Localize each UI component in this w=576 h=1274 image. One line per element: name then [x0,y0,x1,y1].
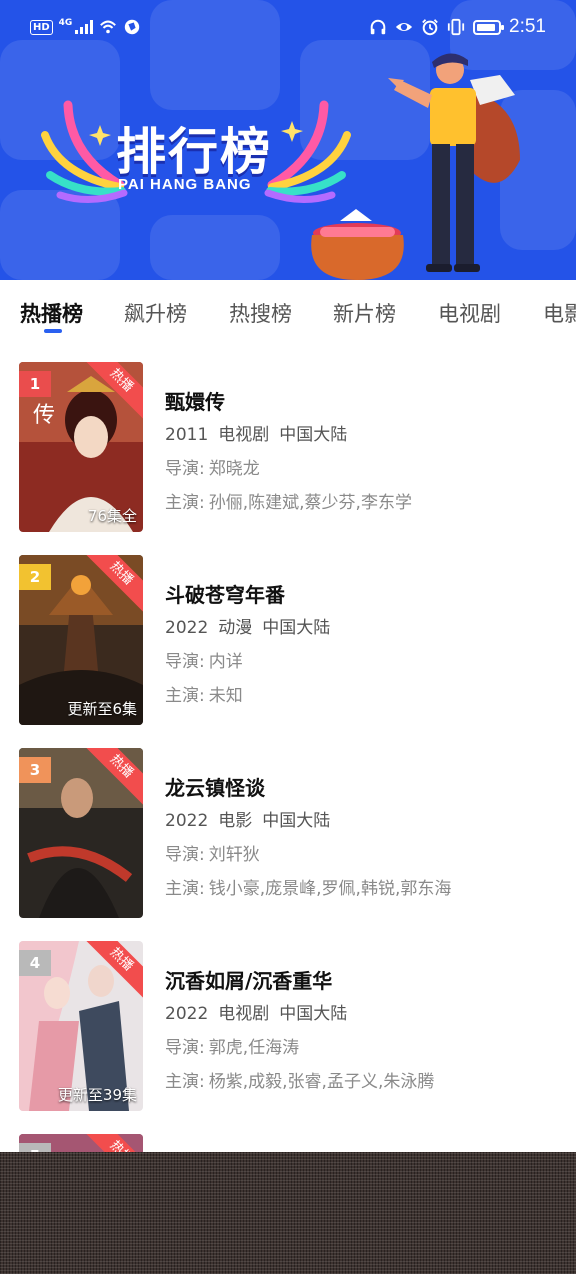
item-meta: 2022 电视剧 中国大陆 [165,999,434,1027]
director-label: 导演: [165,1038,205,1058]
item-title[interactable]: 龙云镇怪谈 [165,772,451,802]
item-genre: 动漫 [218,618,253,638]
alarm-icon [422,19,438,36]
item-cast: 主演: 杨紫,成毅,张睿,孟子义,朱泳腾 [165,1067,434,1095]
cast-label: 主演: [165,493,205,513]
item-region: 中国大陆 [262,811,331,831]
episode-status: 更新至39集 [57,1086,137,1104]
network-type: 4G [58,18,73,28]
item-cast: 主演: 孙俪,陈建斌,蔡少芬,李东学 [165,488,412,516]
item-region: 中国大陆 [279,425,348,445]
director-label: 导演: [165,845,205,865]
status-right: 2:51 [369,16,546,38]
hd-badge: HD [30,19,53,35]
director-value: 刘轩狄 [208,845,260,865]
item-year: 2022 [165,1004,209,1024]
tab-tv-series[interactable]: 电视剧 [438,298,501,328]
item-meta: 2022 动漫 中国大陆 [165,613,340,641]
episode-status: 76集全 [87,507,137,525]
director-label: 导演: [165,459,205,479]
tab-new-release[interactable]: 新片榜 [333,298,396,328]
tab-hot-play[interactable]: 热播榜 [20,298,83,328]
tab-movie[interactable]: 电影 [543,298,576,328]
rank-badge: 3 [19,757,51,783]
item-region: 中国大陆 [279,1004,348,1024]
poster-image[interactable]: 4 热播 更新至39集 [19,941,143,1111]
director-value: 内详 [208,652,243,672]
tab-rising[interactable]: 飙升榜 [124,298,187,328]
item-director: 导演: 郭虎,任海涛 [165,1033,434,1061]
item-info: 斗破苍穹年番 2022 动漫 中国大陆 导演: 内详 主演: 未知 [165,579,340,709]
screenshot-noise-band [0,1152,576,1274]
director-label: 导演: [165,652,205,672]
item-title[interactable]: 甄嬛传 [165,386,412,416]
item-genre: 电视剧 [218,1004,270,1024]
item-meta: 2011 电视剧 中国大陆 [165,420,412,448]
tab-hot-search[interactable]: 热搜榜 [229,298,292,328]
item-info: 甄嬛传 2011 电视剧 中国大陆 导演: 郑晓龙 主演: 孙俪,陈建斌,蔡少芬,李东学 [165,386,412,516]
list-item[interactable]: 2 热播 更新至6集 斗破苍穹年番 2022 动漫 中国大陆 导演: 内详 主演: 未知 [0,555,576,727]
firework-right-icon [264,100,351,204]
battery-icon [473,19,505,35]
item-director: 导演: 刘轩狄 [165,840,451,868]
tab-active-indicator [44,329,62,333]
rank-tabs: 热播榜 飙升榜 热搜榜 新片榜 电视剧 电影 [0,292,576,342]
episode-status: 更新至6集 [67,700,137,718]
banner: HD 4G 2:51 排行榜 PAI HANG BANG [0,0,576,280]
poster-image[interactable]: 传 1 热播 76集全 [19,362,143,532]
status-left: HD 4G [30,18,141,36]
director-value: 郭虎,任海涛 [208,1038,300,1058]
signal-icon [75,20,94,34]
item-cast: 主演: 未知 [165,681,340,709]
item-genre: 电视剧 [218,425,270,445]
vpn-icon [125,19,140,35]
vibrate-icon [447,18,465,36]
director-value: 郑晓龙 [208,459,260,479]
banner-tile [150,215,280,280]
item-title[interactable]: 斗破苍穹年番 [165,579,340,609]
status-time: 2:51 [509,16,546,37]
character-illustration [388,53,520,272]
cast-value: 孙俪,陈建斌,蔡少芬,李东学 [208,493,412,513]
banner-subtitle: PAI HANG BANG [118,176,252,193]
poster-image[interactable]: 2 热播 更新至6集 [19,555,143,725]
item-year: 2022 [165,811,209,831]
banner-title: 排行榜 [116,123,272,181]
cast-value: 杨紫,成毅,张睿,孟子义,朱泳腾 [208,1072,435,1092]
rank-badge: 2 [19,564,51,590]
item-info: 龙云镇怪谈 2022 电影 中国大陆 导演: 刘轩狄 主演: 钱小豪,庞景峰,罗佩,韩锐… [165,772,451,902]
svg-text:传: 传 [33,403,55,428]
list-item[interactable]: 3 热播 龙云镇怪谈 2022 电影 中国大陆 导演: 刘轩狄 主演: 钱小豪,庞景峰,… [0,748,576,920]
list-item[interactable]: 4 热播 更新至39集 沉香如屑/沉香重华 2022 电视剧 中国大陆 导演: 郭虎,… [0,941,576,1113]
status-bar: HD 4G 2:51 [0,0,576,56]
item-director: 导演: 郑晓龙 [165,454,412,482]
cast-label: 主演: [165,1072,205,1092]
cast-value: 钱小豪,庞景峰,罗佩,韩锐,郭东海 [208,879,452,899]
headphones-icon [370,19,386,35]
item-region: 中国大陆 [262,618,331,638]
item-info: 沉香如屑/沉香重华 2022 电视剧 中国大陆 导演: 郭虎,任海涛 主演: 杨紫,成毅… [165,965,434,1095]
rank-badge: 1 [19,371,51,397]
item-year: 2011 [165,425,209,445]
item-title[interactable]: 沉香如屑/沉香重华 [165,965,434,995]
cast-label: 主演: [165,879,205,899]
cast-label: 主演: [165,686,205,706]
item-genre: 电影 [218,811,253,831]
list-item[interactable]: 传 1 热播 76集全 甄嬛传 2011 电视剧 中国大陆 导演: 郑晓龙 主演: 孙俪… [0,362,576,534]
item-cast: 主演: 钱小豪,庞景峰,罗佩,韩锐,郭东海 [165,874,451,902]
poster-image[interactable]: 3 热播 [19,748,143,918]
item-year: 2022 [165,618,209,638]
item-director: 导演: 内详 [165,647,340,675]
wifi-icon [100,20,117,34]
eye-icon [395,22,413,32]
item-meta: 2022 电影 中国大陆 [165,806,451,834]
cast-value: 未知 [208,686,243,706]
rank-badge: 4 [19,950,51,976]
